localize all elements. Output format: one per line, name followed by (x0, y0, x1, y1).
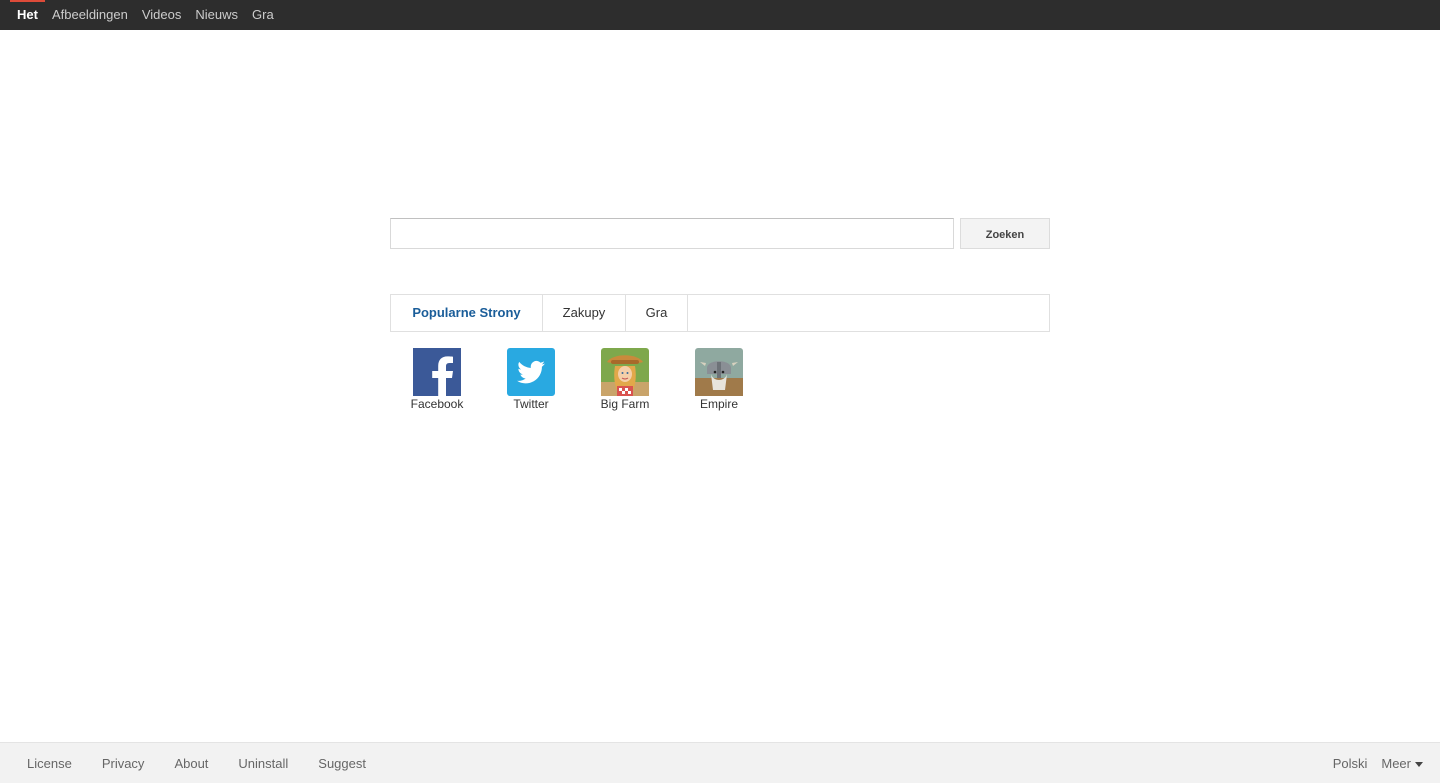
nav-item-videos[interactable]: Videos (135, 0, 189, 30)
footer-link-privacy[interactable]: Privacy (87, 743, 160, 784)
nav-item-het[interactable]: Het (10, 0, 45, 30)
nav-item-nieuws[interactable]: Nieuws (188, 0, 245, 30)
footer-link-about[interactable]: About (159, 743, 223, 784)
nav-item-gra[interactable]: Gra (245, 0, 281, 30)
tile-label: Big Farm (600, 397, 650, 411)
tile-twitter[interactable]: Twitter (484, 348, 578, 411)
twitter-icon (507, 348, 555, 396)
tile-label: Twitter (513, 397, 549, 411)
search-input[interactable] (390, 218, 954, 249)
tab-gra[interactable]: Gra (626, 295, 688, 331)
footer-link-license[interactable]: License (12, 743, 87, 784)
tile-facebook[interactable]: Facebook (390, 348, 484, 411)
top-nav: Het Afbeeldingen Videos Nieuws Gra (10, 0, 281, 30)
tile-big-farm[interactable]: Big Farm (578, 348, 672, 411)
top-bar: Het Afbeeldingen Videos Nieuws Gra (0, 0, 1440, 30)
footer-link-uninstall[interactable]: Uninstall (223, 743, 303, 784)
language-link[interactable]: Polski (1326, 743, 1375, 784)
caret-down-icon (1415, 762, 1423, 768)
nav-item-afbeeldingen[interactable]: Afbeeldingen (45, 0, 135, 30)
more-menu[interactable]: Meer (1374, 743, 1430, 784)
search-button[interactable]: Zoeken (960, 218, 1050, 249)
big-farm-icon (601, 348, 649, 396)
category-tabs: Popularne Strony Zakupy Gra (390, 294, 1050, 332)
footer-right: Polski Meer (1326, 743, 1430, 784)
empire-icon (695, 348, 743, 396)
tile-label: Facebook (410, 397, 464, 411)
tile-empire[interactable]: Empire (672, 348, 766, 411)
tab-popularne-strony[interactable]: Popularne Strony (391, 295, 543, 331)
footer-link-suggest[interactable]: Suggest (303, 743, 381, 784)
tile-label: Empire (699, 397, 738, 411)
more-menu-label: Meer (1381, 756, 1411, 771)
tab-zakupy[interactable]: Zakupy (543, 295, 626, 331)
footer: License Privacy About Uninstall Suggest … (0, 742, 1440, 783)
footer-links: License Privacy About Uninstall Suggest (12, 743, 381, 784)
facebook-icon (413, 348, 461, 396)
